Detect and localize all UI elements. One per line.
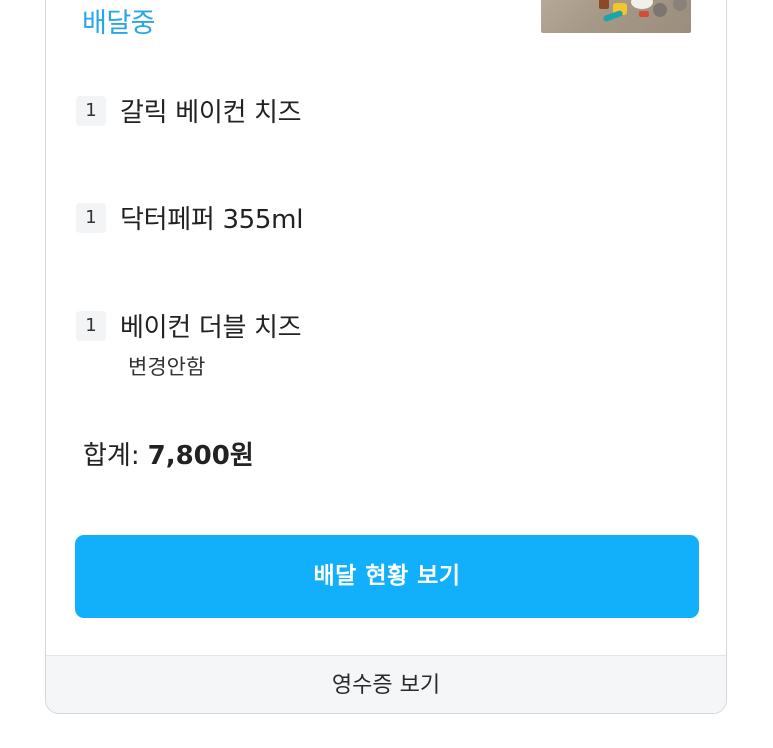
item-quantity: 1 [76, 311, 106, 341]
order-card: 배달중 1 갈릭 베이컨 치즈 1 닥터페퍼 355ml 1 베이컨 더블 치즈… [45, 0, 727, 714]
item-name: 닥터페퍼 355ml [120, 205, 304, 235]
order-total: 합계: 7,800원 [83, 435, 254, 472]
total-label: 합계: [83, 441, 140, 471]
item-quantity: 1 [76, 96, 106, 126]
view-receipt-button[interactable]: 영수증 보기 [46, 655, 726, 713]
order-status: 배달중 [82, 8, 156, 39]
item-option: 변경안함 [128, 355, 206, 379]
store-thumbnail[interactable] [541, 0, 691, 33]
item-quantity: 1 [76, 203, 106, 233]
track-delivery-button[interactable]: 배달 현황 보기 [75, 535, 699, 618]
item-name: 베이컨 더블 치즈 [120, 313, 302, 343]
item-name: 갈릭 베이컨 치즈 [120, 98, 302, 128]
total-amount: 7,800원 [147, 441, 254, 471]
